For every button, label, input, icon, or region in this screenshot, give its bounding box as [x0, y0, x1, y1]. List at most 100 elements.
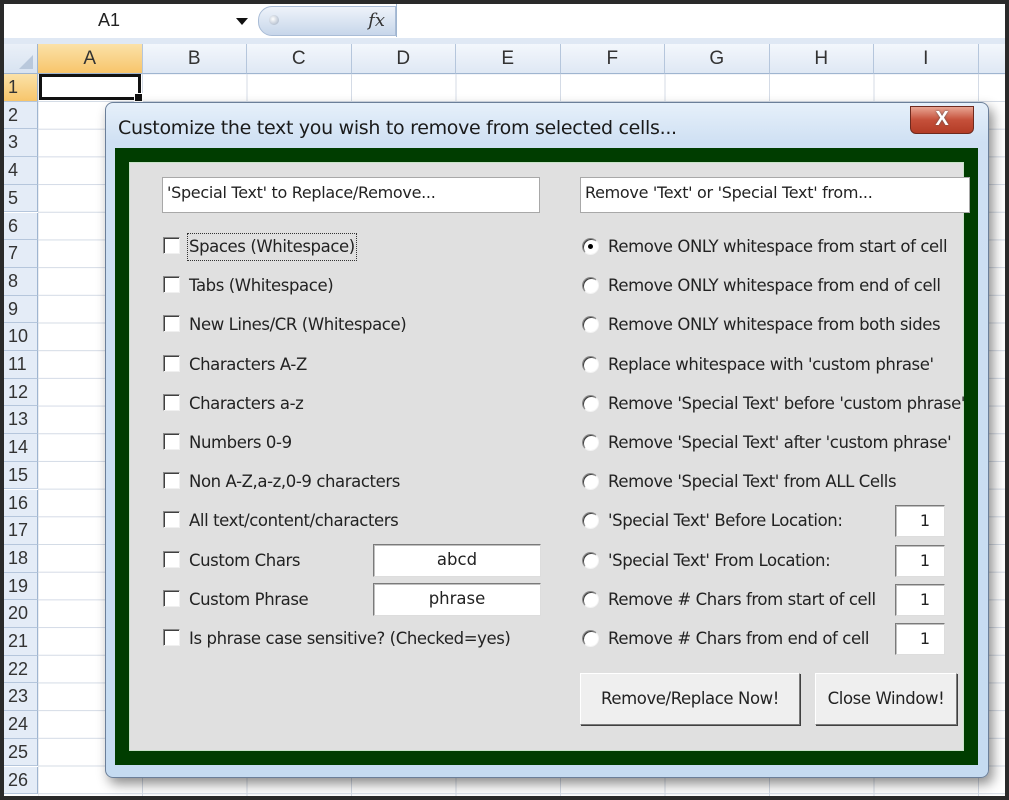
- checkbox-label[interactable]: Is phrase case sensitive? (Checked=yes): [189, 627, 511, 651]
- row-header-11[interactable]: 11: [4, 351, 38, 379]
- radio-label[interactable]: Remove # Chars from start of cell: [608, 588, 876, 612]
- radio-button[interactable]: [582, 473, 599, 491]
- row-header-9[interactable]: 9: [4, 295, 38, 324]
- checkbox-label[interactable]: Custom Chars: [189, 549, 301, 573]
- column-header-e[interactable]: E: [456, 44, 561, 74]
- select-all-button[interactable]: [4, 44, 38, 74]
- radio-label[interactable]: Remove ONLY whitespace from both sides: [608, 313, 941, 337]
- chevron-down-icon[interactable]: [236, 18, 248, 25]
- checkbox[interactable]: [163, 433, 180, 450]
- radio-button[interactable]: [582, 394, 599, 412]
- remove-replace-now-button[interactable]: Remove/Replace Now!: [580, 673, 800, 725]
- column-header-h[interactable]: H: [769, 44, 874, 74]
- radio-button[interactable]: [582, 590, 599, 608]
- radio-button[interactable]: [582, 551, 599, 569]
- radio-button[interactable]: [582, 316, 599, 334]
- row-header-19[interactable]: 19: [4, 572, 38, 601]
- radio-label[interactable]: Remove 'Special Text' after 'custom phra…: [608, 431, 952, 455]
- checkbox[interactable]: [163, 511, 180, 529]
- row-header-23[interactable]: 23: [4, 683, 38, 712]
- name-box[interactable]: A1: [4, 4, 254, 37]
- formula-input[interactable]: [396, 4, 1005, 37]
- row-header-25[interactable]: 25: [4, 738, 38, 767]
- row-header-6[interactable]: 6: [4, 212, 38, 241]
- row-header-5[interactable]: 5: [4, 184, 38, 213]
- row-header-4[interactable]: 4: [4, 157, 38, 185]
- checkbox[interactable]: [163, 589, 180, 607]
- radio-label[interactable]: Remove ONLY whitespace from start of cel…: [608, 235, 948, 259]
- checkbox-label[interactable]: Characters A-Z: [189, 353, 307, 377]
- row-header-21[interactable]: 21: [4, 628, 38, 656]
- dialog-close-button[interactable]: X: [910, 106, 974, 134]
- checkbox[interactable]: [163, 315, 180, 333]
- row-header-20[interactable]: 20: [4, 600, 38, 628]
- checkbox-label[interactable]: Tabs (Whitespace): [189, 274, 334, 298]
- checkbox[interactable]: [163, 354, 180, 372]
- row-header-10[interactable]: 10: [4, 323, 38, 351]
- resize-handle-icon[interactable]: [269, 15, 279, 25]
- excel-window: A1 fx ABCDEFGHI 1 2 3 4 5 6 7 8 9 10 11 12 13 14 15 16 1…: [4, 4, 1005, 796]
- checkbox[interactable]: [163, 237, 180, 254]
- row-header-17[interactable]: 17: [4, 517, 38, 545]
- column-header-d[interactable]: D: [351, 44, 456, 74]
- row-header-16[interactable]: 16: [4, 489, 38, 518]
- radio-label[interactable]: Replace whitespace with 'custom phrase': [608, 353, 934, 377]
- row-header-24[interactable]: 24: [4, 711, 38, 739]
- close-window-button[interactable]: Close Window!: [815, 673, 957, 725]
- row-header-22[interactable]: 22: [4, 655, 38, 684]
- checkbox[interactable]: [163, 550, 180, 568]
- radio-label[interactable]: Remove 'Special Text' before 'custom phr…: [608, 392, 965, 416]
- row-header-1[interactable]: 1: [4, 74, 38, 102]
- row-header-8[interactable]: 8: [4, 267, 38, 296]
- checkbox-label[interactable]: Custom Phrase: [189, 588, 309, 612]
- checkbox[interactable]: [163, 393, 180, 411]
- row-header-12[interactable]: 12: [4, 378, 38, 407]
- checkbox-label[interactable]: Non A-Z,a-z,0-9 characters: [189, 470, 400, 494]
- radio-button[interactable]: [582, 512, 599, 530]
- location-number-input[interactable]: 1: [895, 505, 945, 538]
- row-header-18[interactable]: 18: [4, 544, 38, 573]
- radio-label[interactable]: 'Special Text' From Location:: [608, 549, 831, 573]
- row-header-14[interactable]: 14: [4, 434, 38, 462]
- radio-label[interactable]: Remove # Chars from end of cell: [608, 627, 870, 651]
- radio-label[interactable]: Remove 'Special Text' from ALL Cells: [608, 470, 897, 494]
- fill-handle[interactable]: [134, 93, 143, 102]
- radio-button[interactable]: [582, 238, 599, 255]
- row-header-26[interactable]: 26: [4, 766, 38, 795]
- row-header-13[interactable]: 13: [4, 406, 38, 435]
- radio-button[interactable]: [582, 277, 599, 295]
- row-header-3[interactable]: 3: [4, 129, 38, 158]
- column-header-f[interactable]: F: [560, 44, 665, 74]
- radio-label[interactable]: 'Special Text' Before Location:: [608, 509, 843, 533]
- radio-button[interactable]: [582, 355, 599, 373]
- row-header-7[interactable]: 7: [4, 240, 38, 268]
- checkbox-label[interactable]: Numbers 0-9: [189, 431, 292, 455]
- location-number-input[interactable]: 1: [895, 544, 945, 577]
- column-header-a[interactable]: A: [38, 44, 143, 74]
- row-header-15[interactable]: 15: [4, 461, 38, 490]
- checkbox-label[interactable]: New Lines/CR (Whitespace): [189, 313, 407, 337]
- active-cell-a1[interactable]: [39, 74, 143, 102]
- column-header-g[interactable]: G: [665, 44, 770, 74]
- checkbox[interactable]: [163, 629, 180, 646]
- checkbox-label[interactable]: Characters a-z: [189, 392, 304, 416]
- column-header-partial[interactable]: [978, 44, 1005, 74]
- checkbox-label[interactable]: Spaces (Whitespace): [187, 233, 357, 261]
- column-header-i[interactable]: I: [874, 44, 979, 74]
- insert-function-button[interactable]: fx: [258, 6, 396, 36]
- radio-button[interactable]: [582, 630, 599, 647]
- close-icon: X: [935, 108, 949, 130]
- radio-button[interactable]: [582, 434, 599, 451]
- radio-label[interactable]: Remove ONLY whitespace from end of cell: [608, 274, 941, 298]
- column-header-c[interactable]: C: [247, 44, 352, 74]
- column-header-b[interactable]: B: [142, 44, 247, 74]
- location-number-input[interactable]: 1: [895, 583, 945, 616]
- custom-chars-input[interactable]: abcd: [373, 543, 541, 577]
- remove-from-header: Remove 'Text' or 'Special Text' from...: [580, 177, 970, 213]
- checkbox[interactable]: [163, 276, 180, 294]
- row-header-2[interactable]: 2: [4, 101, 38, 130]
- checkbox[interactable]: [163, 472, 180, 490]
- custom-phrase-input[interactable]: phrase: [373, 582, 541, 616]
- location-number-input[interactable]: 1: [895, 623, 945, 655]
- checkbox-label[interactable]: All text/content/characters: [189, 509, 399, 533]
